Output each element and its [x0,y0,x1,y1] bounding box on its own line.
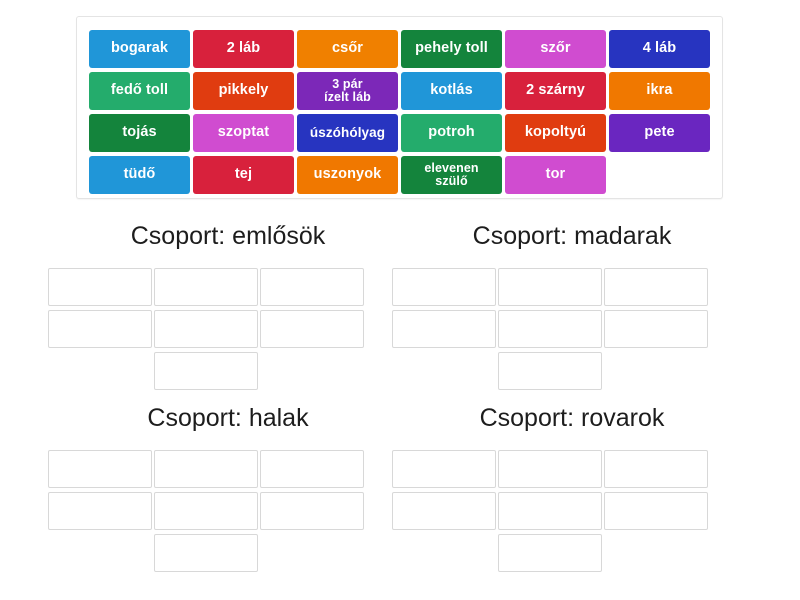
word-tile[interactable]: tüdő [89,156,190,194]
group-emlosok: Csoport: emlősök [48,224,408,390]
word-tile-label: tüdő [123,166,156,183]
group-title-rovarok: Csoport: rovarok [479,404,665,432]
word-tile-label: 4 láb [642,40,677,57]
drop-slot[interactable] [604,268,708,306]
word-tile-label: 3 pár ízelt láb [324,76,371,105]
word-tile-label-line2: szülő [435,174,468,188]
word-tile-label: kopoltyú [524,124,587,141]
word-tile-empty-slot [609,156,710,194]
word-tile-label: tojás [122,124,157,141]
word-tile[interactable]: 2 szárny [505,72,606,110]
word-tile-label: 2 szárny [526,82,585,99]
word-tile[interactable]: 4 láb [609,30,710,68]
word-tile-label: pete [644,124,675,141]
drop-slot[interactable] [48,310,152,348]
word-tile-label: kotlás [430,82,473,99]
drop-slot[interactable] [498,534,602,572]
drop-slot[interactable] [154,268,258,306]
word-tile[interactable]: csőr [297,30,398,68]
group-title-halak: Csoport: halak [147,404,309,432]
word-tile-label: uszonyok [313,166,382,183]
drop-slot[interactable] [48,492,152,530]
word-tile-label: csőr [331,40,364,57]
drop-slot[interactable] [604,310,708,348]
word-tile-label: úszóhólyag [309,124,386,140]
word-tile-label: elevenen szülő [424,160,479,189]
word-tile-label-line2: ízelt láb [324,90,371,104]
word-tile[interactable]: elevenen szülő [401,156,502,194]
slot-grid-halak [48,450,408,572]
drop-slot[interactable] [604,450,708,488]
word-tile[interactable]: pikkely [193,72,294,110]
word-tile-label: bogarak [110,40,169,57]
word-tile-label: 2 láb [226,40,261,57]
word-tile-label: potroh [428,124,475,141]
group-halak: Csoport: halak [48,406,408,572]
word-tile[interactable]: tor [505,156,606,194]
word-tile-grid: bogarak 2 láb csőr pehely toll szőr 4 láb fedő… [89,30,713,194]
word-tile[interactable]: pehely toll [401,30,502,68]
group-title-emlosok: Csoport: emlősök [130,222,326,250]
drop-slot[interactable] [260,450,364,488]
slot-grid-madarak [392,268,752,390]
word-tile-label: pikkely [218,82,269,99]
drop-slot[interactable] [154,534,258,572]
group-rovarok: Csoport: rovarok [392,406,752,572]
word-tile-label: szőr [540,40,571,57]
drop-slot[interactable] [498,450,602,488]
word-tile-label-line1: 3 pár [332,76,363,91]
drop-slot[interactable] [260,310,364,348]
drop-slot[interactable] [392,450,496,488]
drop-slot[interactable] [154,492,258,530]
drop-slot[interactable] [154,450,258,488]
group-madarak: Csoport: madarak [392,224,752,390]
word-tile-label-line1: elevenen [424,160,479,175]
word-tile[interactable]: 2 láb [193,30,294,68]
word-tile-label: tor [545,166,566,183]
word-tile[interactable]: potroh [401,114,502,152]
drop-slot[interactable] [260,492,364,530]
word-tile-label: szoptat [217,124,270,141]
drop-slot[interactable] [498,352,602,390]
word-tile[interactable]: szoptat [193,114,294,152]
group-title-madarak: Csoport: madarak [472,222,672,250]
word-tile[interactable]: ikra [609,72,710,110]
word-tile-label: fedő toll [110,82,169,99]
drop-slot[interactable] [154,310,258,348]
word-tile[interactable]: kopoltyú [505,114,606,152]
word-tile-label: pehely toll [415,40,488,57]
word-tile-label: tej [234,166,253,183]
word-tile[interactable]: 3 pár ízelt láb [297,72,398,110]
slot-grid-emlosok [48,268,408,390]
word-tile-label: ikra [646,82,673,99]
drop-slot[interactable] [498,492,602,530]
drop-slot[interactable] [392,492,496,530]
activity-canvas: bogarak 2 láb csőr pehely toll szőr 4 láb fedő… [0,0,800,600]
slot-grid-rovarok [392,450,752,572]
word-bank-panel: bogarak 2 láb csőr pehely toll szőr 4 láb fedő… [76,16,723,199]
word-tile[interactable]: kotlás [401,72,502,110]
word-tile[interactable]: úszóhólyag [297,114,398,152]
drop-slot[interactable] [498,310,602,348]
drop-slot[interactable] [498,268,602,306]
drop-slot[interactable] [154,352,258,390]
word-tile[interactable]: bogarak [89,30,190,68]
word-tile[interactable]: pete [609,114,710,152]
drop-slot[interactable] [392,268,496,306]
word-tile[interactable]: tojás [89,114,190,152]
drop-slot[interactable] [604,492,708,530]
drop-slot[interactable] [392,310,496,348]
word-tile[interactable]: tej [193,156,294,194]
word-tile[interactable]: szőr [505,30,606,68]
drop-slot[interactable] [48,450,152,488]
drop-slot[interactable] [48,268,152,306]
word-tile[interactable]: fedő toll [89,72,190,110]
word-tile[interactable]: uszonyok [297,156,398,194]
drop-slot[interactable] [260,268,364,306]
